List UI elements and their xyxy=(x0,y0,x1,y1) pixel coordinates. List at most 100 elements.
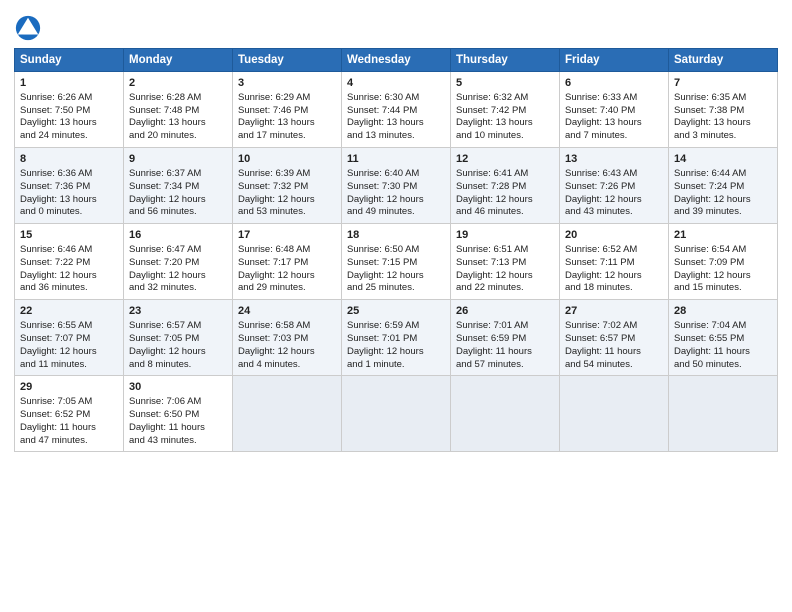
day-info: Sunset: 7:42 PM xyxy=(456,105,554,118)
day-info: Sunrise: 7:01 AM xyxy=(456,320,554,333)
calendar-cell: 18Sunrise: 6:50 AMSunset: 7:15 PMDayligh… xyxy=(342,224,451,300)
day-info: Daylight: 13 hours xyxy=(20,194,118,207)
day-info: Sunrise: 6:50 AM xyxy=(347,244,445,257)
day-header-saturday: Saturday xyxy=(669,49,778,72)
day-number: 21 xyxy=(674,228,772,243)
day-number: 26 xyxy=(456,304,554,319)
day-info: and 7 minutes. xyxy=(565,130,663,143)
day-info: Sunrise: 6:32 AM xyxy=(456,92,554,105)
day-info: Daylight: 12 hours xyxy=(347,194,445,207)
calendar-cell: 4Sunrise: 6:30 AMSunset: 7:44 PMDaylight… xyxy=(342,72,451,148)
day-info: Sunset: 7:13 PM xyxy=(456,257,554,270)
day-info: Sunrise: 6:43 AM xyxy=(565,168,663,181)
day-info: Daylight: 12 hours xyxy=(456,270,554,283)
calendar-cell: 30Sunrise: 7:06 AMSunset: 6:50 PMDayligh… xyxy=(124,376,233,452)
day-number: 30 xyxy=(129,380,227,395)
day-number: 1 xyxy=(20,76,118,91)
day-info: Sunset: 7:07 PM xyxy=(20,333,118,346)
day-info: Daylight: 12 hours xyxy=(674,270,772,283)
calendar-cell: 28Sunrise: 7:04 AMSunset: 6:55 PMDayligh… xyxy=(669,300,778,376)
day-info: Daylight: 12 hours xyxy=(347,346,445,359)
day-number: 11 xyxy=(347,152,445,167)
calendar-cell: 12Sunrise: 6:41 AMSunset: 7:28 PMDayligh… xyxy=(451,148,560,224)
calendar-cell: 15Sunrise: 6:46 AMSunset: 7:22 PMDayligh… xyxy=(15,224,124,300)
day-info: Sunrise: 6:36 AM xyxy=(20,168,118,181)
day-info: Daylight: 12 hours xyxy=(456,194,554,207)
day-info: and 46 minutes. xyxy=(456,206,554,219)
calendar-cell: 25Sunrise: 6:59 AMSunset: 7:01 PMDayligh… xyxy=(342,300,451,376)
day-info: and 4 minutes. xyxy=(238,359,336,372)
day-info: Sunset: 7:46 PM xyxy=(238,105,336,118)
day-info: and 22 minutes. xyxy=(456,282,554,295)
day-info: Sunrise: 6:51 AM xyxy=(456,244,554,257)
day-header-thursday: Thursday xyxy=(451,49,560,72)
day-info: Sunrise: 6:37 AM xyxy=(129,168,227,181)
day-info: and 3 minutes. xyxy=(674,130,772,143)
day-info: and 24 minutes. xyxy=(20,130,118,143)
day-header-monday: Monday xyxy=(124,49,233,72)
calendar-cell: 7Sunrise: 6:35 AMSunset: 7:38 PMDaylight… xyxy=(669,72,778,148)
day-info: Sunset: 7:15 PM xyxy=(347,257,445,270)
day-info: and 10 minutes. xyxy=(456,130,554,143)
day-info: Daylight: 13 hours xyxy=(456,117,554,130)
day-info: and 57 minutes. xyxy=(456,359,554,372)
day-number: 25 xyxy=(347,304,445,319)
day-info: Sunrise: 6:54 AM xyxy=(674,244,772,257)
day-info: and 53 minutes. xyxy=(238,206,336,219)
calendar-cell: 29Sunrise: 7:05 AMSunset: 6:52 PMDayligh… xyxy=(15,376,124,452)
day-info: and 32 minutes. xyxy=(129,282,227,295)
day-info: and 39 minutes. xyxy=(674,206,772,219)
day-number: 18 xyxy=(347,228,445,243)
day-info: Daylight: 13 hours xyxy=(238,117,336,130)
day-info: Sunrise: 7:02 AM xyxy=(565,320,663,333)
day-info: Sunrise: 6:41 AM xyxy=(456,168,554,181)
day-info: Daylight: 13 hours xyxy=(674,117,772,130)
day-info: Sunrise: 6:35 AM xyxy=(674,92,772,105)
calendar-cell: 8Sunrise: 6:36 AMSunset: 7:36 PMDaylight… xyxy=(15,148,124,224)
day-info: Daylight: 12 hours xyxy=(129,346,227,359)
day-info: Sunset: 7:28 PM xyxy=(456,181,554,194)
calendar-body: 1Sunrise: 6:26 AMSunset: 7:50 PMDaylight… xyxy=(15,72,778,452)
day-info: Sunset: 7:40 PM xyxy=(565,105,663,118)
day-info: and 56 minutes. xyxy=(129,206,227,219)
day-info: Sunset: 7:26 PM xyxy=(565,181,663,194)
day-info: Sunset: 7:36 PM xyxy=(20,181,118,194)
day-number: 16 xyxy=(129,228,227,243)
day-info: Sunrise: 6:44 AM xyxy=(674,168,772,181)
calendar-cell: 17Sunrise: 6:48 AMSunset: 7:17 PMDayligh… xyxy=(233,224,342,300)
day-info: and 0 minutes. xyxy=(20,206,118,219)
day-info: and 15 minutes. xyxy=(674,282,772,295)
day-info: Daylight: 11 hours xyxy=(129,422,227,435)
day-number: 5 xyxy=(456,76,554,91)
day-info: and 47 minutes. xyxy=(20,435,118,448)
day-number: 22 xyxy=(20,304,118,319)
calendar-cell xyxy=(342,376,451,452)
day-info: Daylight: 12 hours xyxy=(129,194,227,207)
day-info: Daylight: 12 hours xyxy=(347,270,445,283)
day-info: Daylight: 11 hours xyxy=(456,346,554,359)
day-info: Sunset: 6:55 PM xyxy=(674,333,772,346)
day-info: Sunrise: 6:30 AM xyxy=(347,92,445,105)
day-header-sunday: Sunday xyxy=(15,49,124,72)
day-info: and 43 minutes. xyxy=(565,206,663,219)
logo xyxy=(14,14,46,42)
calendar-cell: 3Sunrise: 6:29 AMSunset: 7:46 PMDaylight… xyxy=(233,72,342,148)
day-info: Sunrise: 6:26 AM xyxy=(20,92,118,105)
day-number: 10 xyxy=(238,152,336,167)
calendar-cell xyxy=(669,376,778,452)
day-number: 20 xyxy=(565,228,663,243)
day-info: Daylight: 12 hours xyxy=(238,346,336,359)
calendar-cell: 10Sunrise: 6:39 AMSunset: 7:32 PMDayligh… xyxy=(233,148,342,224)
day-info: Sunrise: 6:57 AM xyxy=(129,320,227,333)
day-info: Sunset: 7:34 PM xyxy=(129,181,227,194)
calendar-cell: 24Sunrise: 6:58 AMSunset: 7:03 PMDayligh… xyxy=(233,300,342,376)
day-info: Sunrise: 6:58 AM xyxy=(238,320,336,333)
day-info: and 50 minutes. xyxy=(674,359,772,372)
day-info: Daylight: 11 hours xyxy=(674,346,772,359)
calendar-cell: 14Sunrise: 6:44 AMSunset: 7:24 PMDayligh… xyxy=(669,148,778,224)
day-info: Sunset: 7:01 PM xyxy=(347,333,445,346)
calendar-cell: 27Sunrise: 7:02 AMSunset: 6:57 PMDayligh… xyxy=(560,300,669,376)
day-info: Sunrise: 6:47 AM xyxy=(129,244,227,257)
day-info: and 18 minutes. xyxy=(565,282,663,295)
day-info: Sunset: 7:17 PM xyxy=(238,257,336,270)
